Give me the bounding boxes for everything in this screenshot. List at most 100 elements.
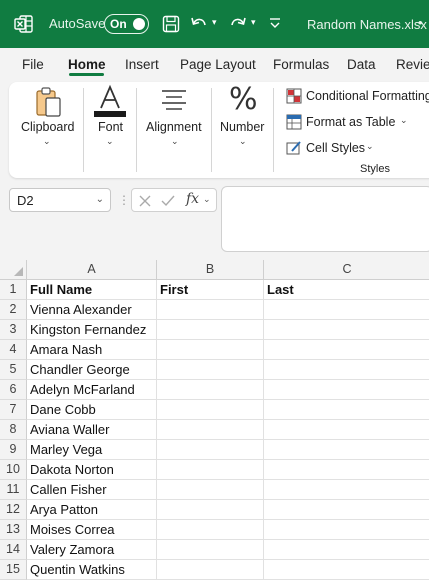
- cell-b[interactable]: [157, 460, 264, 480]
- enter-icon[interactable]: [160, 194, 176, 208]
- table-row: 8 Aviana Waller: [0, 420, 429, 440]
- font-group[interactable]: Font ⌄: [84, 82, 136, 178]
- cell-a[interactable]: Adelyn McFarland: [27, 380, 157, 400]
- table-row: 3 Kingston Fernandez: [0, 320, 429, 340]
- cell-c[interactable]: [264, 400, 429, 420]
- cell-a[interactable]: Aviana Waller: [27, 420, 157, 440]
- row-header[interactable]: 12: [0, 500, 27, 520]
- cell-b[interactable]: [157, 560, 264, 580]
- cell-b[interactable]: [157, 520, 264, 540]
- column-header-c[interactable]: C: [264, 260, 429, 280]
- cell-b[interactable]: [157, 320, 264, 340]
- tab-insert[interactable]: Insert: [125, 57, 159, 72]
- cell-styles-button[interactable]: Cell Styles: [306, 141, 365, 155]
- cell-c[interactable]: [264, 320, 429, 340]
- cell-c[interactable]: [264, 380, 429, 400]
- cell-b[interactable]: [157, 540, 264, 560]
- row-header[interactable]: 3: [0, 320, 27, 340]
- excel-app-icon[interactable]: [14, 14, 34, 34]
- cell-c[interactable]: [264, 420, 429, 440]
- cell-a[interactable]: Quentin Watkins: [27, 560, 157, 580]
- row-header[interactable]: 1: [0, 280, 27, 300]
- cell-b[interactable]: [157, 300, 264, 320]
- alignment-caret-icon: ⌄: [171, 136, 179, 146]
- cell-a[interactable]: Callen Fisher: [27, 480, 157, 500]
- formula-bar-grip-icon[interactable]: ⋮: [118, 193, 130, 207]
- cell-b[interactable]: [157, 500, 264, 520]
- row-header[interactable]: 11: [0, 480, 27, 500]
- name-box-caret-icon[interactable]: ⌄: [96, 194, 104, 205]
- autosave-toggle[interactable]: On: [104, 14, 149, 34]
- conditional-formatting-button[interactable]: Conditional Formatting: [306, 89, 429, 103]
- cell-c[interactable]: [264, 500, 429, 520]
- row-header[interactable]: 8: [0, 420, 27, 440]
- cell-a[interactable]: Amara Nash: [27, 340, 157, 360]
- fx-caret-icon[interactable]: ⌄: [203, 194, 211, 205]
- tab-page-layout[interactable]: Page Layout: [180, 57, 256, 72]
- row-header[interactable]: 14: [0, 540, 27, 560]
- insert-function-icon[interactable]: fx: [186, 191, 199, 207]
- cell-c[interactable]: [264, 460, 429, 480]
- tab-formulas[interactable]: Formulas: [273, 57, 329, 72]
- redo-icon[interactable]: [228, 14, 248, 34]
- cell-c[interactable]: [264, 480, 429, 500]
- cell-b[interactable]: [157, 400, 264, 420]
- cell-a[interactable]: Full Name: [27, 280, 157, 300]
- row-header[interactable]: 15: [0, 560, 27, 580]
- cell-a[interactable]: Kingston Fernandez: [27, 320, 157, 340]
- select-all-button[interactable]: [0, 260, 27, 280]
- number-group[interactable]: % Number ⌄: [212, 82, 272, 178]
- row-header[interactable]: 9: [0, 440, 27, 460]
- cell-a[interactable]: Valery Zamora: [27, 540, 157, 560]
- cell-a[interactable]: Chandler George: [27, 360, 157, 380]
- name-box[interactable]: D2 ⌄: [9, 188, 111, 212]
- row-header[interactable]: 7: [0, 400, 27, 420]
- save-icon[interactable]: [161, 14, 181, 34]
- clipboard-group[interactable]: Clipboard ⌄: [9, 82, 83, 178]
- cell-c[interactable]: [264, 520, 429, 540]
- row-header[interactable]: 6: [0, 380, 27, 400]
- cell-c[interactable]: Last: [264, 280, 429, 300]
- cell-b[interactable]: [157, 340, 264, 360]
- tab-home[interactable]: Home: [68, 57, 106, 72]
- alignment-group[interactable]: Alignment ⌄: [137, 82, 211, 178]
- cancel-icon[interactable]: [138, 194, 152, 208]
- row-header[interactable]: 10: [0, 460, 27, 480]
- undo-icon[interactable]: [189, 14, 209, 34]
- cell-c[interactable]: [264, 440, 429, 460]
- format-as-table-caret-icon[interactable]: ⌄: [400, 115, 408, 126]
- cell-styles-caret-icon[interactable]: ⌄: [366, 141, 374, 152]
- cell-a[interactable]: Dakota Norton: [27, 460, 157, 480]
- column-header-b[interactable]: B: [157, 260, 264, 280]
- cell-b[interactable]: [157, 480, 264, 500]
- cell-c[interactable]: [264, 360, 429, 380]
- row-header[interactable]: 4: [0, 340, 27, 360]
- row-header[interactable]: 13: [0, 520, 27, 540]
- formula-input[interactable]: [221, 186, 429, 252]
- cell-a[interactable]: Marley Vega: [27, 440, 157, 460]
- cell-c[interactable]: [264, 560, 429, 580]
- cell-b[interactable]: [157, 380, 264, 400]
- column-header-a[interactable]: A: [27, 260, 157, 280]
- cell-b[interactable]: First: [157, 280, 264, 300]
- customize-qat-icon[interactable]: [268, 16, 282, 32]
- cell-c[interactable]: [264, 300, 429, 320]
- cell-b[interactable]: [157, 360, 264, 380]
- tab-file[interactable]: File: [22, 57, 44, 72]
- cell-c[interactable]: [264, 540, 429, 560]
- row-header[interactable]: 5: [0, 360, 27, 380]
- tab-review[interactable]: Review: [396, 57, 429, 72]
- tab-data[interactable]: Data: [347, 57, 376, 72]
- cell-a[interactable]: Vienna Alexander: [27, 300, 157, 320]
- format-as-table-icon: [286, 114, 302, 130]
- font-label: Font: [98, 120, 124, 134]
- cell-a[interactable]: Arya Patton: [27, 500, 157, 520]
- cell-b[interactable]: [157, 420, 264, 440]
- row-header[interactable]: 2: [0, 300, 27, 320]
- cell-a[interactable]: Moises Correa: [27, 520, 157, 540]
- cell-c[interactable]: [264, 340, 429, 360]
- cell-a[interactable]: Dane Cobb: [27, 400, 157, 420]
- cell-b[interactable]: [157, 440, 264, 460]
- format-as-table-button[interactable]: Format as Table: [306, 115, 395, 129]
- name-box-value: D2: [17, 193, 34, 208]
